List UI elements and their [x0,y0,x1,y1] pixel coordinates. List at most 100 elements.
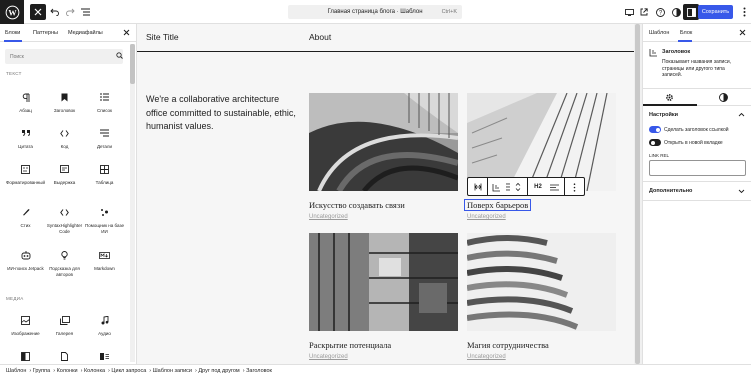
block-gallery[interactable]: Галерея [46,314,83,337]
tab-template[interactable]: Шаблон [649,30,669,36]
block-quote[interactable]: Цитата [7,127,44,150]
align-text-button[interactable] [548,182,560,192]
block-details[interactable]: Детали [86,127,123,150]
post-title[interactable]: Магия сотрудничества [467,340,549,350]
post-title[interactable]: Раскрытие потенциала [309,340,391,350]
block-ai-assistant[interactable]: Помощник на базе ИИ [84,206,125,234]
block-file[interactable] [46,350,83,364]
breadcrumb-item[interactable]: Цикл запроса [111,368,146,374]
block-toolbar: H2 [467,177,585,196]
breadcrumb-item[interactable]: Колонки [57,368,78,374]
settings-sidebar: Шаблон Блок Заголовок Показывает названи… [642,24,751,364]
breadcrumb-item[interactable]: Группа [33,368,50,374]
block-label: Код [60,144,69,149]
settings-tabs: Шаблон Блок [643,24,751,42]
link-title-toggle[interactable] [649,126,661,133]
robot-icon [5,249,46,261]
block-inspector-tabs [643,88,751,106]
active-tab-indicator [4,40,22,42]
redo-button[interactable] [62,4,78,20]
post-category[interactable]: Uncategorized [309,214,348,220]
save-button[interactable]: Сохранить [698,5,733,19]
scrollbar-thumb[interactable] [635,24,640,364]
move-up-down-button[interactable] [514,182,522,192]
block-paragraph[interactable]: Абзац [7,91,44,114]
tab-block[interactable]: Блок [680,30,692,36]
document-title-bar[interactable]: Главная страница блога · Шаблон Ctrl+K [288,5,462,19]
settings-sidebar-toggle[interactable] [683,4,699,20]
post-featured-image[interactable] [467,233,616,331]
post-category[interactable]: Uncategorized [467,354,506,360]
new-tab-toggle[interactable] [649,139,661,146]
post-featured-image[interactable] [309,233,458,331]
tab-patterns[interactable]: Паттерны [33,30,58,36]
verse-icon [7,206,44,218]
breadcrumb-item[interactable]: Колонка [84,368,105,374]
block-label: Стих [20,223,31,228]
block-media-text[interactable] [86,350,123,364]
link-rel-input[interactable] [649,160,746,176]
desktop-icon [624,8,634,16]
document-overview-button[interactable] [77,4,93,20]
block-jetpack-ai-search[interactable]: ИИ-поиск Jetpack [5,249,46,272]
advanced-panel[interactable]: Дополнительно [643,181,751,201]
block-label: Заголовок [53,108,76,113]
post-category[interactable]: Uncategorized [309,354,348,360]
settings-panel-heading[interactable]: Настройки [649,112,678,118]
site-title[interactable]: Site Title [146,32,179,42]
tab-blocks[interactable]: Блоки [5,30,20,36]
hero-paragraph[interactable]: We're a collaborative architecture offic… [146,93,296,134]
block-verse[interactable]: Стих [7,206,44,229]
document-title: Главная страница блога · Шаблон [327,9,423,15]
undo-button[interactable] [46,4,62,20]
post-title-selected[interactable]: Поверх барьеров [463,199,532,211]
drag-handle[interactable] [505,182,511,192]
close-inserter-panel-button[interactable] [123,29,130,36]
block-cover[interactable] [7,350,44,364]
toolbar-separator [527,178,528,195]
post-title[interactable]: Искусство создавать связи [309,200,405,210]
block-options-button[interactable] [568,182,580,192]
close-settings-button[interactable] [739,29,746,36]
chevron-up-icon[interactable] [738,112,745,117]
scrollbar-thumb[interactable] [130,44,135,84]
post-category[interactable]: Uncategorized [467,214,506,220]
block-audio[interactable]: Аудио [86,314,123,337]
wordpress-logo-button[interactable]: W [0,0,24,24]
parent-block-button[interactable] [472,182,484,192]
block-code[interactable]: Код [46,127,83,150]
list-icon [86,91,123,103]
block-label: Выдержка [53,180,76,185]
block-preformatted[interactable]: Форматированный [4,163,47,186]
styles-button[interactable] [668,4,684,20]
block-table[interactable]: Таблица [86,163,123,186]
block-name: Заголовок [662,49,691,55]
breadcrumb-item[interactable]: Шаблон [6,368,26,374]
tab-styles[interactable] [719,93,728,102]
tab-media[interactable]: Медиафайлы [68,30,103,36]
post-featured-image[interactable] [309,93,458,191]
block-search-input[interactable]: Поиск [5,49,123,64]
block-syntax-code[interactable]: SyntaxHighlighter Code [44,206,85,234]
block-list[interactable]: Список [86,91,123,114]
block-markdown[interactable]: Markdown [86,249,123,272]
nav-link-about[interactable]: About [309,32,331,42]
breadcrumb-item[interactable]: Шаблон записи [153,368,192,374]
options-button[interactable] [736,4,751,20]
block-pullquote[interactable]: Выдержка [46,163,83,186]
help-button[interactable]: ? [652,4,668,20]
breadcrumb-item[interactable]: Заголовок [246,368,272,374]
close-inserter-button[interactable] [30,4,46,20]
heading-level-button[interactable]: H2 [531,182,545,192]
block-heading[interactable]: Заголовок [46,91,83,114]
tab-settings[interactable] [665,93,674,102]
block-image[interactable]: Изображение [7,314,44,337]
view-site-button[interactable] [636,4,652,20]
canvas-scrollbar[interactable] [634,24,642,364]
block-writing-prompt[interactable]: Подсказка для авторов [44,249,85,277]
block-type-button[interactable] [490,182,502,192]
inserter-scrollbar[interactable] [130,44,135,362]
preview-button[interactable] [621,4,637,20]
breadcrumb-item[interactable]: Друг под другом [198,368,239,374]
block-inserter-panel: Блоки Паттерны Медиафайлы Поиск ТЕКСТ Аб… [0,24,137,364]
